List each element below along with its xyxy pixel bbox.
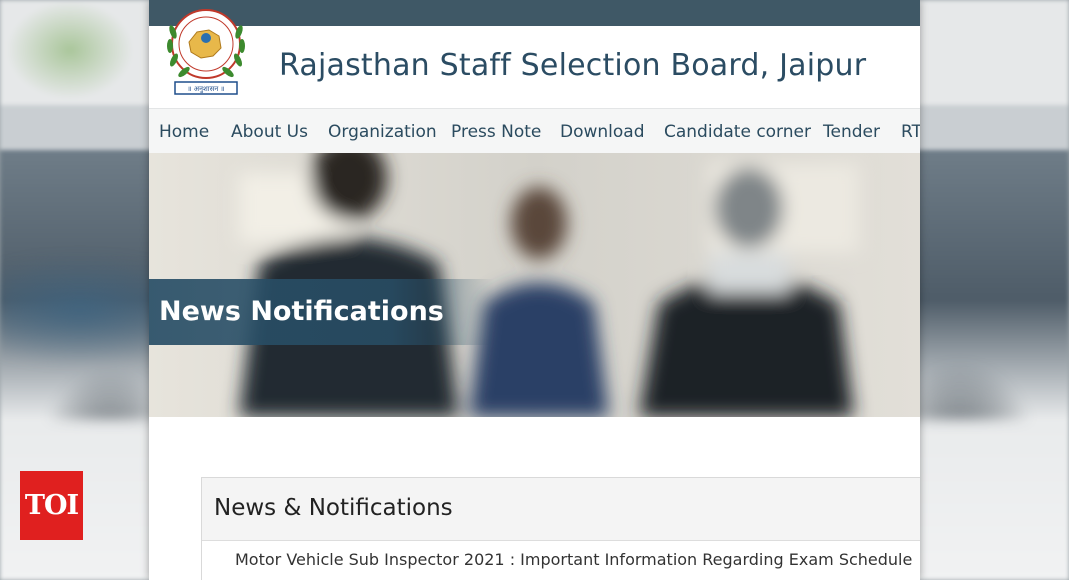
site-header: ॥ अनुशासन ॥ Rajasthan Staff Selection Bo…: [149, 9, 920, 108]
news-item-link[interactable]: Motor Vehicle Sub Inspector 2021 : Impor…: [235, 550, 912, 569]
main-content: News & Notifications Motor Vehicle Sub I…: [149, 417, 920, 580]
main-nav: Home About Us Organization Press Note Do…: [149, 108, 920, 154]
hero-title-band: News Notifications: [149, 279, 494, 345]
hero-title: News Notifications: [159, 296, 444, 327]
logo-motto: ॥ अनुशासन ॥: [187, 85, 224, 93]
news-panel: News & Notifications Motor Vehicle Sub I…: [201, 477, 920, 580]
nav-item-rti[interactable]: RT: [901, 122, 920, 142]
hero-banner: News Notifications: [149, 153, 920, 417]
nav-item-press-note[interactable]: Press Note: [451, 122, 541, 142]
top-bar: [149, 0, 920, 26]
site-title[interactable]: Rajasthan Staff Selection Board, Jaipur: [279, 48, 866, 83]
news-panel-header: News & Notifications: [202, 478, 920, 541]
nav-item-organization[interactable]: Organization: [328, 122, 437, 142]
news-panel-title: News & Notifications: [214, 495, 453, 521]
toi-watermark-logo: TOI: [20, 471, 83, 540]
toi-watermark-text: TOI: [24, 490, 79, 521]
nav-item-tender[interactable]: Tender: [823, 122, 880, 142]
nav-item-home[interactable]: Home: [159, 122, 209, 142]
nav-item-download[interactable]: Download: [560, 122, 645, 142]
rsssb-emblem-icon[interactable]: ॥ अनुशासन ॥: [161, 2, 251, 102]
nav-item-about-us[interactable]: About Us: [231, 122, 308, 142]
nav-item-candidate-corner[interactable]: Candidate corner: [664, 122, 811, 142]
browser-page: ॥ अनुशासन ॥ Rajasthan Staff Selection Bo…: [149, 0, 920, 580]
